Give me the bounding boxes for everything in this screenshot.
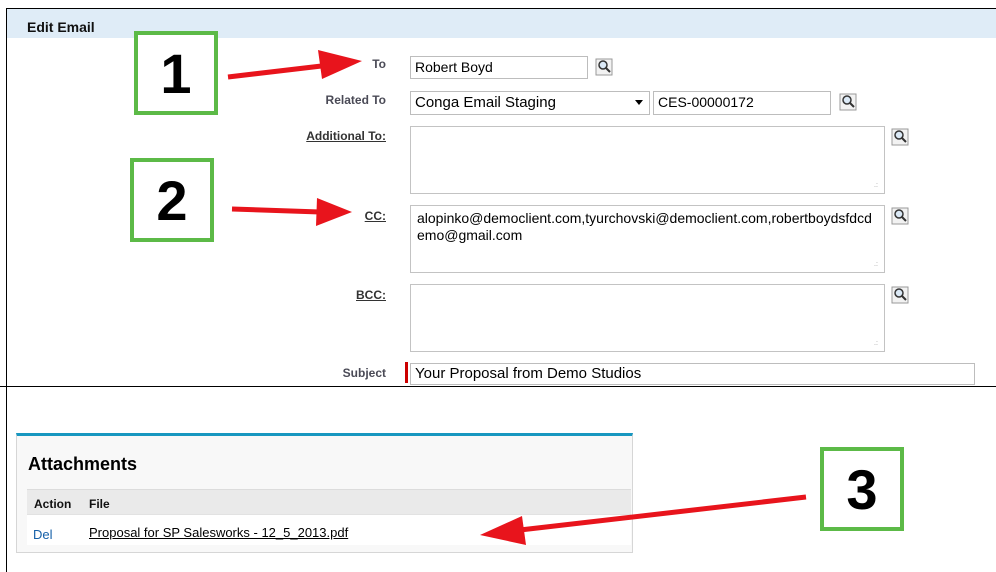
resize-grip-icon[interactable]: .: xyxy=(874,261,880,269)
subject-input[interactable]: Your Proposal from Demo Studios xyxy=(410,363,975,385)
attachments-title: Attachments xyxy=(28,454,138,474)
cc-textarea[interactable]: alopinko@democlient.com,tyurchovski@demo… xyxy=(410,205,885,273)
attachments-panel: Attachments Action File Del Proposal for… xyxy=(16,433,633,553)
related-to-input[interactable]: CES-00000172 xyxy=(653,91,831,115)
additional-to-textarea[interactable]: .: xyxy=(410,126,885,194)
callout-badge-1: 1 xyxy=(134,31,218,115)
resize-grip-icon[interactable]: .: xyxy=(874,340,880,348)
chevron-down-icon xyxy=(635,100,643,105)
attachment-file-link[interactable]: Proposal for SP Salesworks - 12_5_2013.p… xyxy=(89,525,348,540)
cc-value: alopinko@democlient.com,tyurchovski@demo… xyxy=(417,210,872,243)
subject-label: Subject xyxy=(342,366,386,380)
related-lookup-icon[interactable] xyxy=(839,93,857,111)
subject-value: Your Proposal from Demo Studios xyxy=(415,365,642,382)
to-lookup-icon[interactable] xyxy=(595,58,613,76)
callout-badge-2: 2 xyxy=(130,158,214,242)
resize-grip-icon[interactable]: .: xyxy=(874,182,880,190)
bcc-label[interactable]: BCC: xyxy=(186,288,386,302)
to-value: Robert Boyd xyxy=(415,59,493,75)
table-row: Del Proposal for SP Salesworks - 12_5_20… xyxy=(27,514,631,545)
section-divider xyxy=(0,386,996,387)
related-to-selected: Conga Email Staging xyxy=(415,94,556,111)
cc-label[interactable]: CC: xyxy=(186,209,386,223)
column-header-action: Action xyxy=(34,497,72,511)
related-to-value: CES-00000172 xyxy=(658,94,754,110)
callout-badge-3: 3 xyxy=(820,447,904,531)
additional-to-label[interactable]: Additional To: xyxy=(186,129,386,143)
attachments-table-header: Action File xyxy=(27,489,631,514)
required-indicator xyxy=(405,362,408,383)
to-input[interactable]: Robert Boyd xyxy=(410,56,588,79)
delete-attachment-link[interactable]: Del xyxy=(33,527,53,542)
frame-border xyxy=(6,386,7,572)
additional-lookup-icon[interactable] xyxy=(891,128,909,146)
panel-title: Edit Email xyxy=(27,19,95,35)
column-header-file: File xyxy=(89,497,110,511)
bcc-lookup-icon[interactable] xyxy=(891,286,909,304)
related-to-select[interactable]: Conga Email Staging xyxy=(410,91,650,115)
bcc-textarea[interactable]: .: xyxy=(410,284,885,352)
cc-lookup-icon[interactable] xyxy=(891,207,909,225)
